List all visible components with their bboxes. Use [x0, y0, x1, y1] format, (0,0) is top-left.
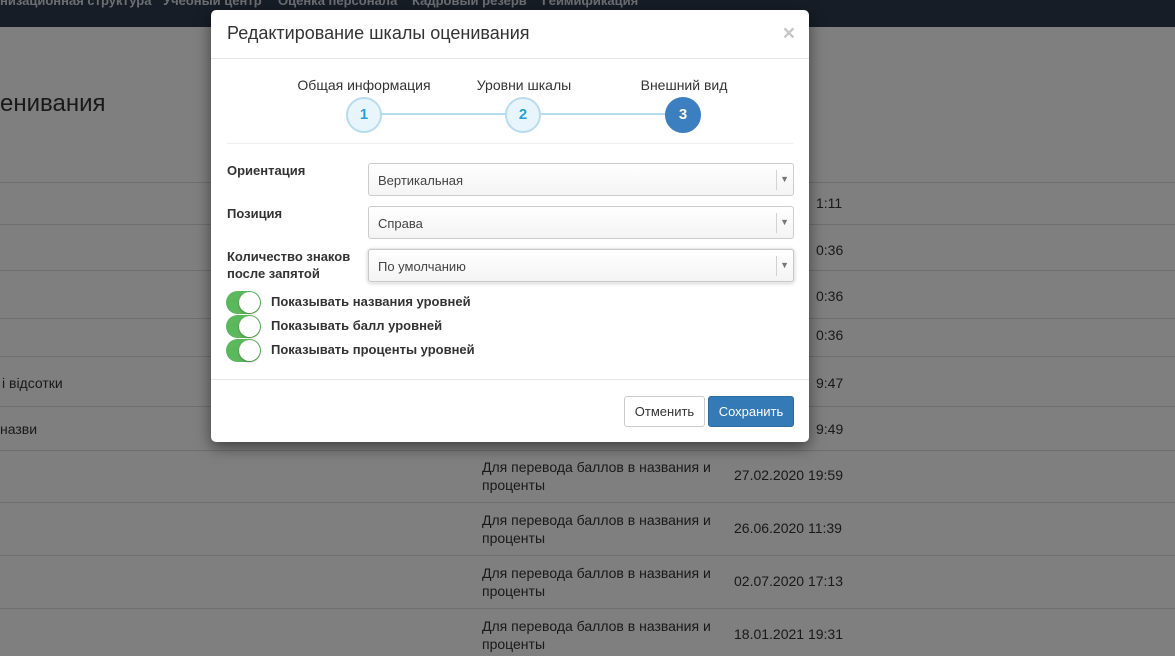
step-number-badge: 2 — [505, 97, 541, 133]
decimals-label-line1: Количество знаков — [227, 249, 351, 264]
show-level-percent-label: Показывать проценты уровней — [271, 342, 475, 357]
cancel-button[interactable]: Отменить — [624, 396, 705, 427]
select-divider — [776, 256, 777, 276]
decimals-select[interactable]: По умолчанию ▼ — [368, 249, 794, 282]
select-divider — [776, 170, 777, 190]
step-number-badge: 1 — [346, 97, 382, 133]
modal-header: Редактирование шкалы оценивания × — [211, 10, 809, 59]
chevron-down-icon: ▼ — [780, 260, 789, 270]
close-icon[interactable]: × — [783, 23, 795, 44]
show-level-names-label: Показывать названия уровней — [271, 294, 471, 309]
step-label: Уровни шкалы — [476, 77, 572, 93]
decimals-label-line2: после запятой — [227, 266, 320, 281]
wizard-steps: Общая информация 1 Уровни шкалы 2 Внешни… — [227, 70, 793, 144]
modal-title: Редактирование шкалы оценивания — [227, 23, 530, 43]
step-label: Внешний вид — [640, 77, 728, 93]
show-level-percent-toggle[interactable] — [226, 339, 261, 362]
step-number-badge-active: 3 — [665, 97, 701, 133]
position-value: Справа — [378, 216, 423, 231]
orientation-value: Вертикальная — [378, 173, 464, 188]
orientation-label: Ориентация — [227, 163, 306, 178]
decimals-label: Количество знаков после запятой — [227, 248, 350, 282]
modal-footer: Отменить Сохранить — [211, 379, 809, 442]
position-select[interactable]: Справа ▼ — [368, 206, 794, 239]
show-level-score-toggle[interactable] — [226, 315, 261, 338]
step-connector — [381, 113, 505, 115]
chevron-down-icon: ▼ — [780, 217, 789, 227]
step-label: Общая информация — [297, 77, 431, 93]
chevron-down-icon: ▼ — [780, 174, 789, 184]
position-label: Позиция — [227, 206, 283, 221]
decimals-value: По умолчанию — [378, 259, 466, 274]
edit-scale-modal: Редактирование шкалы оценивания × Общая … — [211, 10, 809, 442]
show-level-names-toggle[interactable] — [226, 291, 261, 314]
select-divider — [776, 213, 777, 233]
toggle-knob — [239, 292, 260, 313]
toggle-knob — [239, 340, 260, 361]
save-button[interactable]: Сохранить — [708, 396, 794, 427]
toggle-knob — [239, 316, 260, 337]
show-level-score-label: Показывать балл уровней — [271, 318, 443, 333]
step-connector — [541, 113, 667, 115]
orientation-select[interactable]: Вертикальная ▼ — [368, 163, 794, 196]
